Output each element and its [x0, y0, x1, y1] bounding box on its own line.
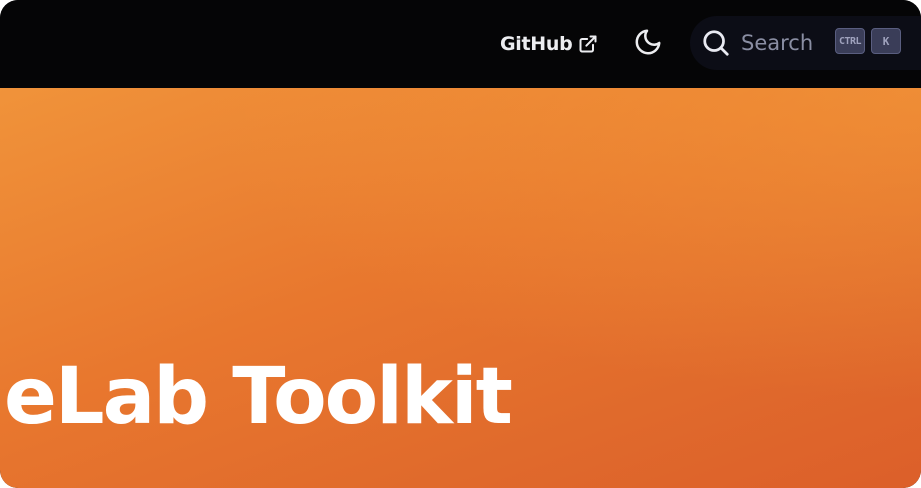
theme-toggle-button[interactable]	[631, 28, 665, 60]
search-button[interactable]: Search CTRL K	[690, 16, 921, 70]
github-link-label: GitHub	[500, 33, 573, 55]
search-icon	[701, 28, 731, 58]
external-link-icon	[578, 34, 598, 54]
page-frame: GitHub Search CTRL K eLab Toolkit	[0, 0, 921, 488]
hero-title: eLab Toolkit	[4, 352, 513, 442]
moon-icon	[633, 27, 663, 62]
ctrl-key-hint: CTRL	[835, 28, 865, 54]
navbar: GitHub Search CTRL K	[0, 0, 921, 88]
github-link[interactable]: GitHub	[500, 30, 598, 58]
hero-banner: eLab Toolkit	[0, 88, 921, 488]
k-key-hint: K	[871, 28, 901, 54]
search-placeholder: Search	[741, 31, 814, 55]
